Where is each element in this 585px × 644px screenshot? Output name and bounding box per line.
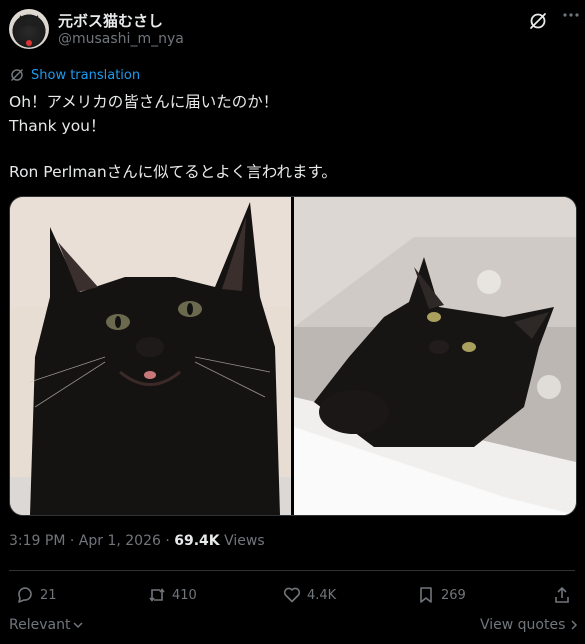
author-handle[interactable]: @musashi_m_nya [58,31,184,47]
view-quotes-label: View quotes [480,617,566,633]
meta-separator: · [65,533,79,549]
like-count: 4.4K [307,587,337,603]
share-icon [555,586,569,603]
avatar-ear [27,13,45,29]
reply-icon [18,587,32,603]
show-translation-label: Show translation [31,67,141,83]
tweet-line: Thank you！ [9,117,106,135]
heart-icon [283,587,301,603]
tweet-date[interactable]: Apr 1, 2026 [79,533,161,549]
chevron-down-icon [73,622,83,629]
tweet-line: Oh！アメリカの皆さんに届いたのか！ [9,93,279,111]
chevron-right-icon [571,620,578,630]
meta-separator: · [160,533,175,549]
repost-count: 410 [172,587,197,603]
avatar-collar [26,40,32,46]
avatar[interactable] [9,9,49,49]
media-grid [9,196,577,516]
cat-photo-left[interactable] [10,197,291,515]
bookmark-icon [420,587,432,603]
tweet-meta: 3:19 PM · Apr 1, 2026 · 69.4K Views [9,533,265,549]
repost-icon [149,588,165,602]
tweet-line: Ron Perlmanさんに似てるとよく言われます。 [9,163,337,181]
bookmark-count: 269 [441,587,466,603]
translate-icon [10,68,24,82]
view-quotes-link[interactable]: View quotes [480,617,580,633]
views-count: 69.4K [174,533,220,549]
repost-button[interactable]: 410 [147,583,197,607]
like-button[interactable]: 4.4K [282,583,336,607]
divider [9,570,575,571]
reply-count: 21 [40,587,57,603]
sort-label: Relevant [9,617,71,633]
more-options-icon[interactable] [562,6,580,28]
views-label: Views [224,533,265,549]
sort-dropdown[interactable]: Relevant [9,617,84,633]
reply-button[interactable]: 21 [15,583,57,607]
tweet-text: Oh！アメリカの皆さんに届いたのか！ Thank you！ Ron Perlma… [9,90,569,184]
tweet-line [9,138,569,160]
show-translation-link[interactable]: Show translation [9,66,140,84]
bookmark-button[interactable]: 269 [416,583,466,607]
tweet-time[interactable]: 3:19 PM [9,533,65,549]
author-display-name[interactable]: 元ボス猫むさし [58,10,163,31]
grok-icon[interactable] [528,11,548,31]
share-button[interactable] [552,583,577,607]
cat-photo-right[interactable] [294,197,576,515]
